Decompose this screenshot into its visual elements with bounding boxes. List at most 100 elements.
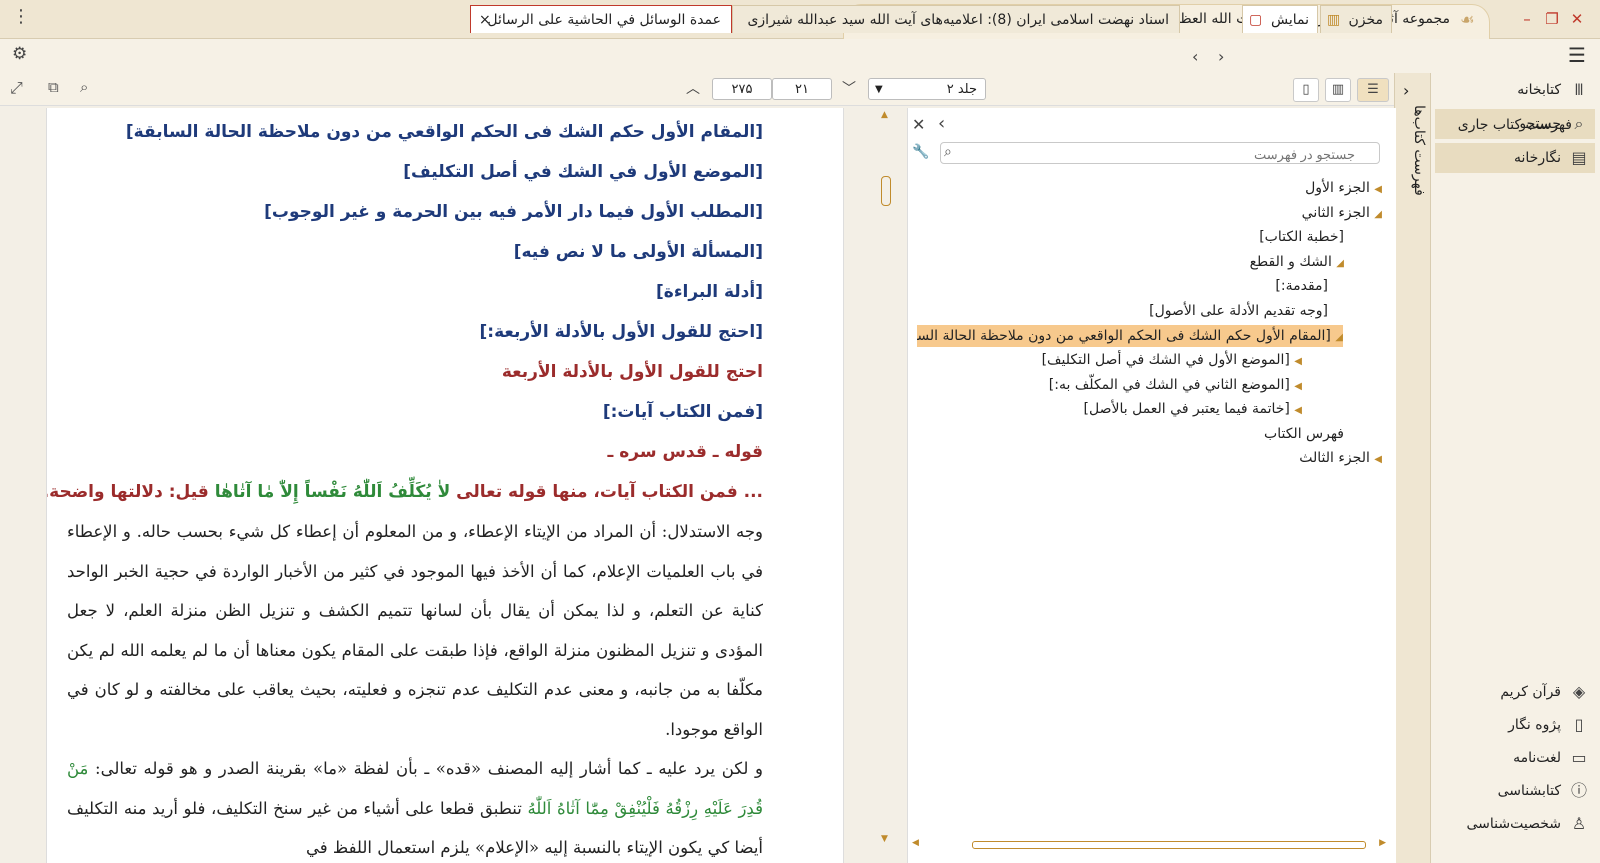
double-page-view-icon[interactable]: ▥: [1325, 78, 1351, 102]
scroll-up-icon[interactable]: ▲: [881, 110, 888, 120]
sidebar-item-gallery[interactable]: ▤ نگارخانه: [1435, 143, 1595, 173]
menu-dots-icon[interactable]: ⋮: [12, 6, 30, 27]
single-page-view-icon[interactable]: ▯: [1293, 78, 1319, 102]
sidebar-item-library[interactable]: 𝍫 کتابخانه: [1435, 75, 1595, 105]
toc-item-label: الجزء الأول: [1305, 180, 1370, 196]
settings-gear-icon[interactable]: ⚙: [12, 44, 27, 64]
section-heading: قوله ـ قدس سره ـ: [607, 442, 763, 462]
tab-document-2-label: اسناد نهضت اسلامی ایران (8): اعلامیه‌های…: [747, 12, 1169, 28]
dictionary-icon: ▭: [1571, 748, 1587, 767]
toc-item[interactable]: ◢ الجزء الثاني: [1302, 202, 1382, 224]
sidebar-item-notebook[interactable]: ▯ پژوه نگار: [1435, 710, 1595, 740]
search-icon: ⌕: [1574, 114, 1584, 133]
sidebar-item-label: قرآن کریم: [1500, 684, 1561, 700]
toc-item[interactable]: فهرس الكتاب: [1264, 423, 1344, 445]
toc-item[interactable]: ◢ الشك و القطع: [1250, 251, 1344, 273]
tab-document-2[interactable]: اسناد نهضت اسلامی ایران (8): اعلامیه‌های…: [732, 5, 1180, 33]
notebook-icon: ▯: [1574, 715, 1584, 734]
tab-scroll-right-icon[interactable]: ›: [1218, 47, 1224, 66]
page-up-icon[interactable]: ︿: [686, 78, 700, 98]
heading: [احتج للقول الأول بالأدلة الأربعة:]: [479, 322, 763, 342]
tab-scroll-left-icon[interactable]: ‹: [1192, 47, 1198, 66]
back-chevron-icon[interactable]: ‹: [938, 113, 945, 134]
sidebar-item-label: نگارخانه: [1514, 150, 1561, 166]
toc-item-selected[interactable]: ◢ [المقام الأول حكم الشك فی الحكم الواقع…: [917, 325, 1343, 347]
close-icon[interactable]: ✕: [912, 115, 925, 134]
section-heading: احتج للقول الأول بالأدلة الأربعة: [501, 362, 763, 382]
scroll-down-icon[interactable]: ▼: [881, 834, 888, 844]
gallery-icon: ▤: [1571, 148, 1587, 167]
sidebar-item-bibliography[interactable]: ⓘ کتابشناسی: [1435, 776, 1595, 806]
sidebar-item-quran[interactable]: ◈ قرآن کریم: [1435, 677, 1595, 707]
text-view-icon[interactable]: ☰: [1357, 78, 1389, 102]
ornament-right-icon: ☙: [1460, 10, 1475, 29]
compare-icon[interactable]: ⧉: [48, 78, 59, 96]
paragraph-text: و لكن يرد عليه ـ كما أشار إليه المصنف «ق…: [88, 759, 763, 778]
quran-icon: ◈: [1572, 682, 1586, 701]
toc-item[interactable]: ◀ [الموضع الثاني في الشك في المكلّف به:]: [1049, 374, 1302, 396]
toc-item-label: الشك و القطع: [1249, 254, 1332, 270]
toc-item[interactable]: ◀ [الموضع الأول في الشك في أصل التكليف]: [1042, 349, 1302, 371]
heading: [المقام الأول حكم الشك فی الحكم الواقعي …: [125, 122, 763, 142]
expand-triangle-icon: ◀: [1374, 184, 1382, 195]
restore-icon[interactable]: ❐: [1541, 8, 1563, 30]
fullscreen-icon[interactable]: ⤢: [10, 78, 23, 98]
collapse-triangle-icon: ◢: [1335, 332, 1343, 343]
tab-store[interactable]: ▥ مخزن: [1320, 5, 1392, 33]
toc-search-input[interactable]: [940, 142, 1380, 164]
toc-item[interactable]: ◀ الجزء الثالث: [1299, 447, 1382, 469]
toc-item-label: فهرس الكتاب: [1264, 426, 1344, 442]
scroll-thumb[interactable]: [972, 841, 1366, 849]
toc-item-label: [الموضع الأول في الشك في أصل التكليف]: [1041, 352, 1290, 368]
total-field[interactable]: ۲۱: [772, 78, 832, 100]
chevron-down-icon: ▼: [875, 84, 883, 95]
collapsed-panel-rail: › فهرست کتاب‌ها: [1394, 73, 1431, 863]
sidebar-item-dictionary[interactable]: ▭ لغت‌نامه: [1435, 743, 1595, 773]
page-down-icon[interactable]: ﹀: [842, 78, 856, 98]
page-number-field[interactable]: ۲۷۵: [712, 78, 772, 100]
toc-item-label: [خطبة الكتاب]: [1259, 229, 1344, 245]
expand-triangle-icon: ◀: [1294, 405, 1302, 416]
sidebar-item-label: کتابشناسی: [1497, 783, 1561, 799]
scroll-thumb[interactable]: [881, 176, 891, 206]
toc-item[interactable]: ◀ [خاتمة فيما يعتبر في العمل بالأصل]: [1084, 398, 1302, 420]
toc-header: فهرست کتاب جاری: [1457, 117, 1572, 133]
volume-select[interactable]: جلد ۲ ▼: [868, 78, 986, 100]
heading: [المسألة الأولى ما لا نص فيه]: [513, 242, 763, 262]
tab-document-1[interactable]: × عمدة الوسائل في الحاشية على الرسائل: [470, 5, 732, 33]
paragraph: و لكن يرد عليه ـ كما أشار إليه المصنف «ق…: [67, 749, 763, 863]
quran-verse: لاٰ يُكَلِّفُ اَللّٰهُ نَفْساً إِلاّٰ مٰ…: [214, 482, 451, 502]
close-window-icon[interactable]: ✕: [1566, 8, 1588, 30]
tab-document-1-label: عمدة الوسائل في الحاشية على الرسائل: [487, 12, 721, 28]
tab-show-label: نمایش: [1270, 12, 1309, 28]
scroll-right-icon[interactable]: ▶: [1379, 838, 1386, 848]
hamburger-menu-icon[interactable]: ☰: [1568, 43, 1586, 67]
toc-item[interactable]: [خطبة الكتاب]: [1259, 226, 1344, 248]
sidebar-item-biography[interactable]: ♙ شخصیت‌شناسی: [1435, 809, 1595, 839]
wrench-icon[interactable]: 🔧: [912, 144, 929, 160]
heading: [المطلب الأول فيما دار الأمر فيه بين الح…: [264, 202, 763, 222]
person-icon: ♙: [1571, 814, 1587, 833]
find-in-page-icon[interactable]: ⌕: [80, 78, 88, 96]
sidebar-item-label: پژوه نگار: [1508, 717, 1561, 733]
tab-show[interactable]: ▢ نمایش: [1242, 5, 1318, 33]
reading-page: [المقام الأول حكم الشك فی الحكم الواقعي …: [46, 108, 844, 863]
quote-prefix: ... فمن الكتاب آيات، منها قوله تعالى: [450, 482, 763, 502]
toc-item-label: الجزء الثالث: [1299, 450, 1370, 466]
minimize-icon[interactable]: –: [1516, 8, 1538, 30]
collapse-triangle-icon: ◢: [1336, 258, 1344, 269]
book-list-vertical-label[interactable]: فهرست کتاب‌ها: [1399, 105, 1427, 275]
heading: [فمن الكتاب آيات:]: [602, 402, 763, 422]
heading: [أدلة البراءة]: [656, 282, 763, 302]
page-scrollbar[interactable]: ▲ ▼: [878, 108, 894, 848]
toc-item[interactable]: [مقدمة:]: [1275, 275, 1328, 297]
toc-item-label: [وجه تقديم الأدلة على الأصول]: [1149, 303, 1328, 319]
toc-item-label: [الموضع الثاني في الشك في المكلّف به:]: [1048, 377, 1290, 393]
collapse-chevron-icon[interactable]: ›: [1403, 81, 1409, 100]
expand-triangle-icon: ◀: [1294, 356, 1302, 367]
toc-horizontal-scrollbar[interactable]: ◀ ▶: [912, 838, 1386, 850]
toc-item[interactable]: ◀ الجزء الأول: [1305, 177, 1382, 199]
toc-item[interactable]: [وجه تقديم الأدلة على الأصول]: [1149, 300, 1328, 322]
expand-triangle-icon: ◀: [1294, 381, 1302, 392]
scroll-left-icon[interactable]: ◀: [912, 838, 919, 848]
